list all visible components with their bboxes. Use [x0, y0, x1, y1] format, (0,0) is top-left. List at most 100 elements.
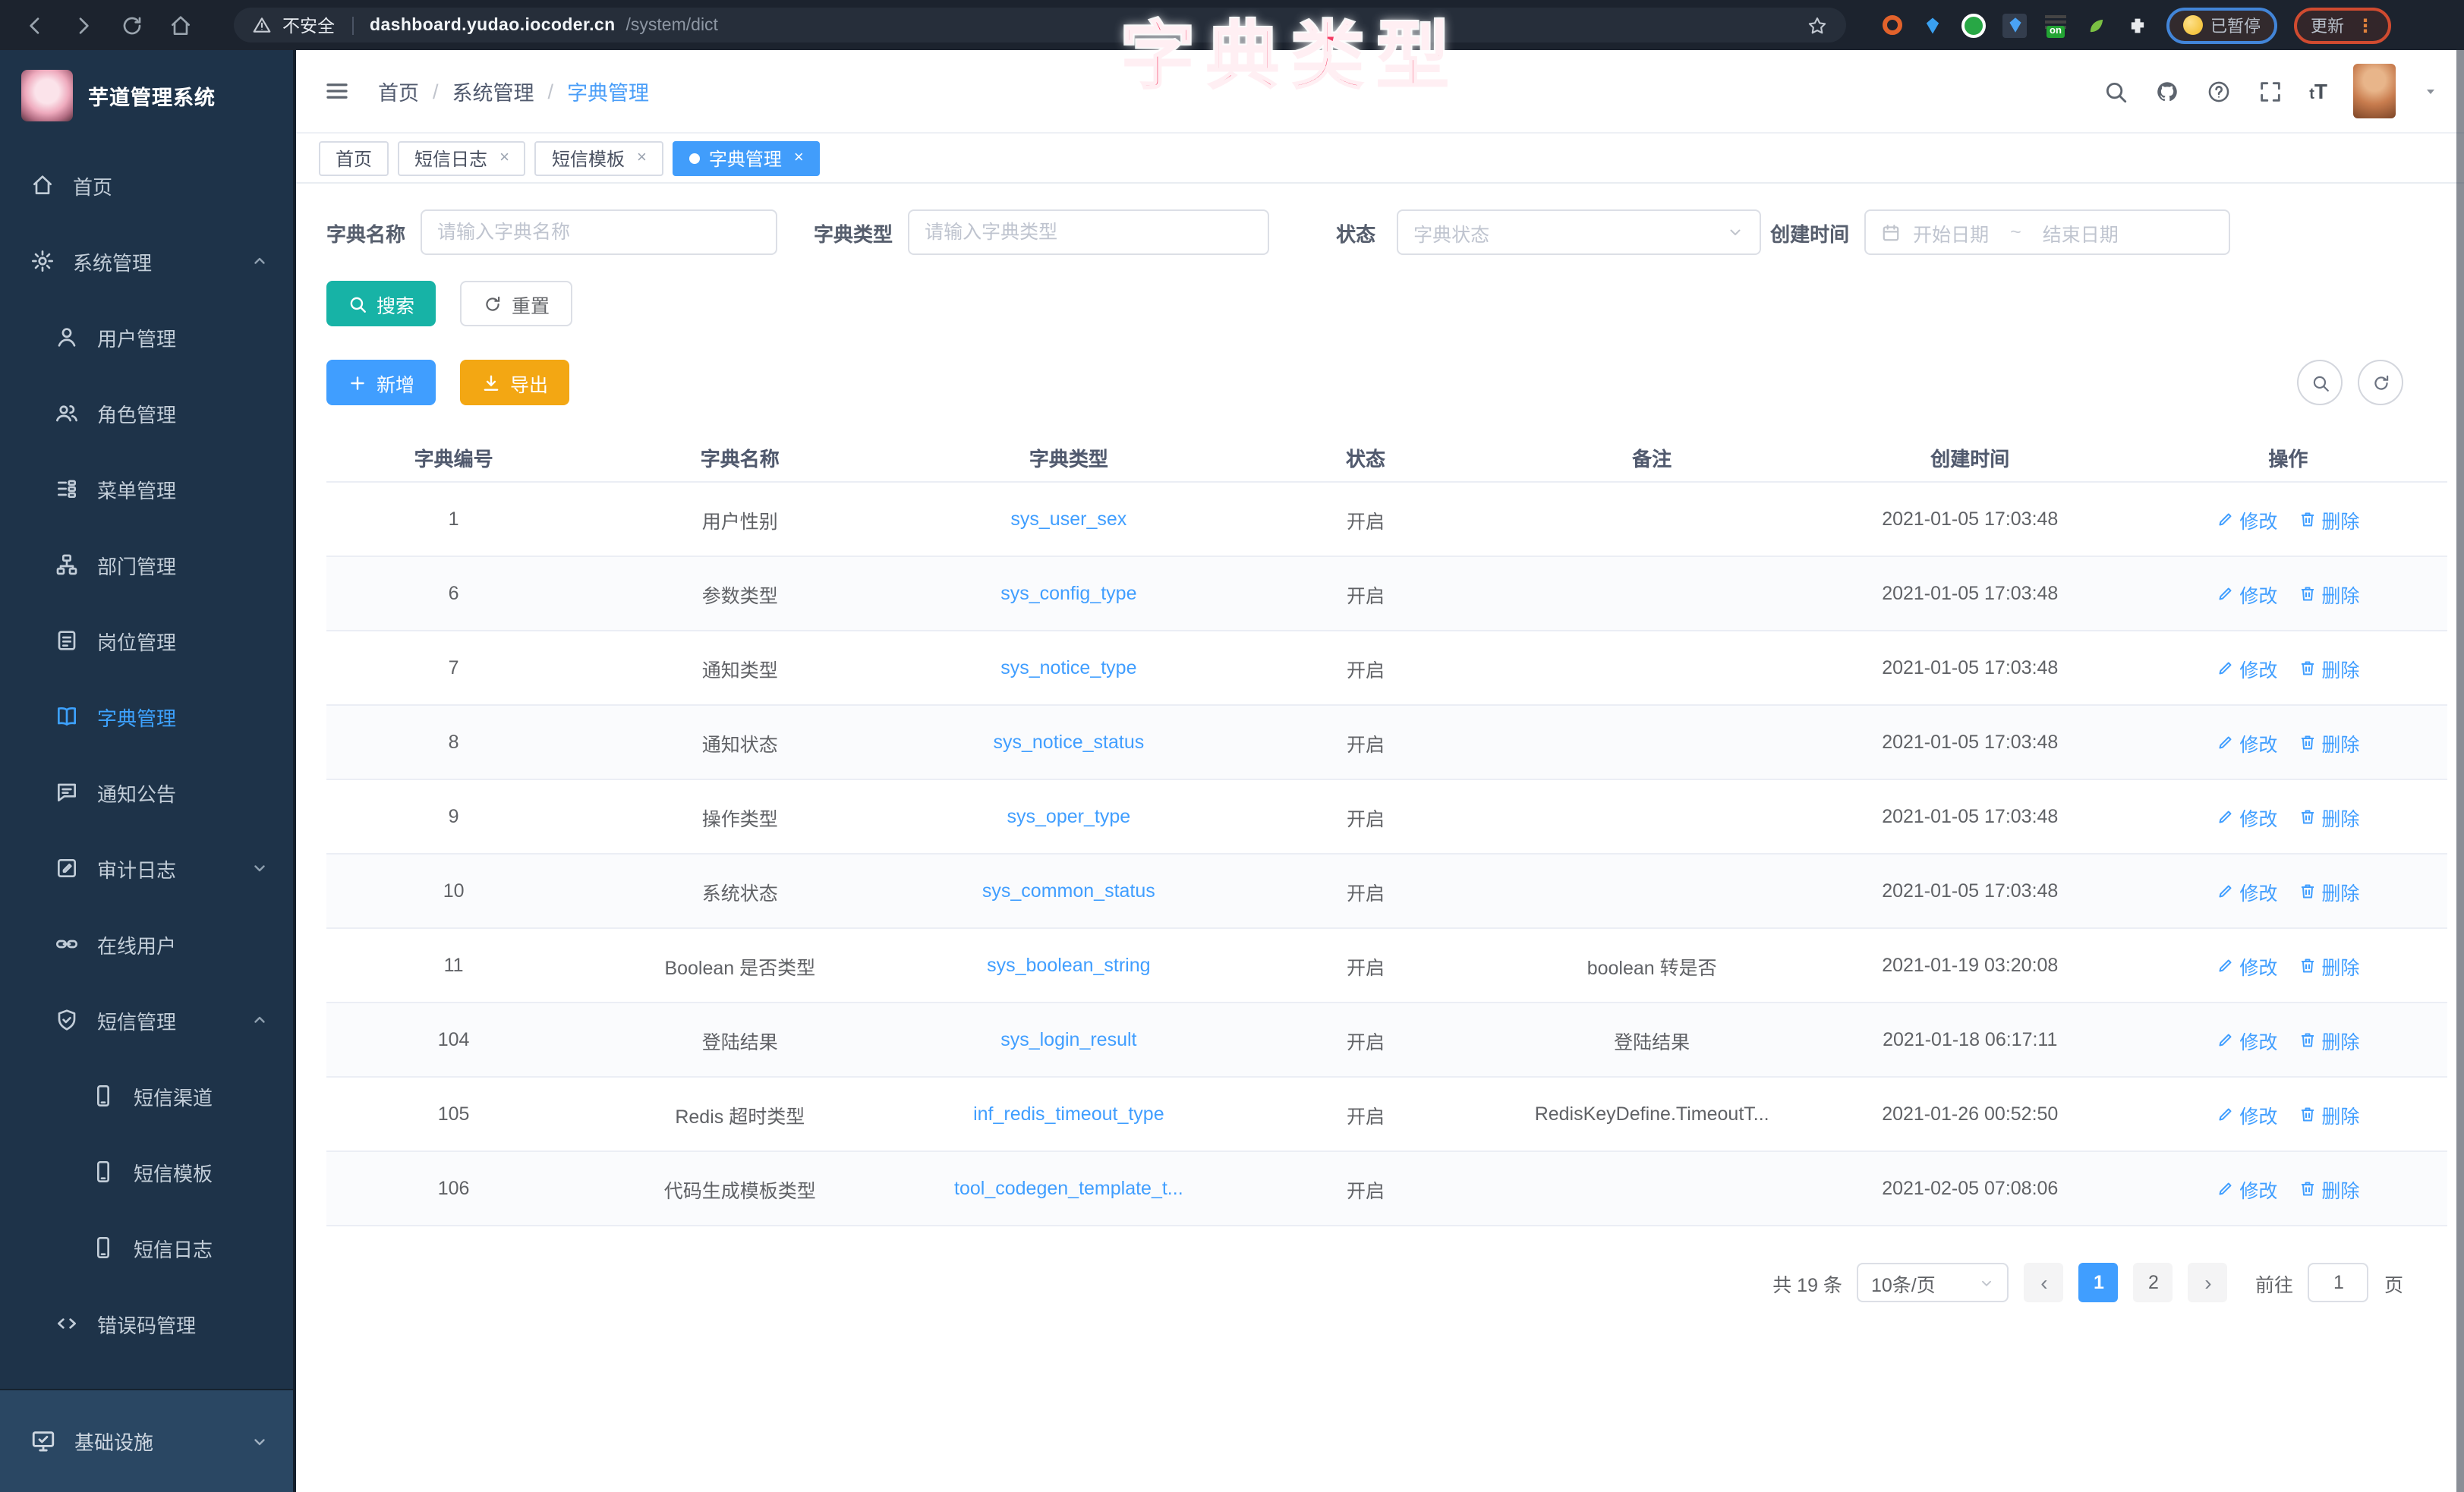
- sidebar-item[interactable]: 岗位管理: [0, 603, 293, 678]
- close-icon[interactable]: ×: [794, 149, 804, 167]
- edit-link[interactable]: 修改: [2217, 951, 2277, 980]
- reload-button[interactable]: [112, 5, 152, 45]
- sidebar-item[interactable]: 短信渠道: [0, 1058, 293, 1134]
- remark-cell: [1493, 705, 1811, 779]
- extension-orange-icon[interactable]: [1880, 13, 1904, 37]
- dict-type-link[interactable]: tool_codegen_template_t...: [954, 1178, 1183, 1199]
- export-button[interactable]: 导出: [460, 360, 569, 405]
- sidebar-item-infrastructure[interactable]: 基础设施: [0, 1389, 293, 1492]
- sidebar-item[interactable]: 在线用户: [0, 906, 293, 982]
- dict-type-link[interactable]: sys_common_status: [982, 880, 1155, 902]
- bookmark-star-icon[interactable]: [1807, 14, 1828, 36]
- sidebar-item[interactable]: 字典管理: [0, 678, 293, 754]
- extension-green-circle-icon[interactable]: [1961, 13, 1986, 37]
- sidebar-item[interactable]: 部门管理: [0, 527, 293, 603]
- sidebar-item[interactable]: 短信日志: [0, 1210, 293, 1286]
- profile-paused-chip[interactable]: 已暂停: [2166, 7, 2277, 43]
- edit-link[interactable]: 修改: [2217, 653, 2277, 682]
- tab[interactable]: 首页: [319, 140, 389, 175]
- tab[interactable]: 短信模板×: [535, 140, 663, 175]
- url-bar[interactable]: 不安全 dashboard.yudao.iocoder.cn/system/di…: [234, 8, 1846, 42]
- page-button-2[interactable]: 2: [2134, 1263, 2173, 1302]
- delete-link[interactable]: 删除: [2299, 728, 2359, 757]
- edit-link[interactable]: 修改: [2217, 579, 2277, 608]
- edit-link[interactable]: 修改: [2217, 1100, 2277, 1128]
- show-search-toggle-button[interactable]: [2297, 360, 2343, 405]
- breadcrumb-system[interactable]: 系统管理: [452, 76, 534, 106]
- edit-link[interactable]: 修改: [2217, 1174, 2277, 1203]
- sidebar-item[interactable]: 用户管理: [0, 299, 293, 375]
- dict-type-link[interactable]: sys_notice_type: [1000, 657, 1136, 678]
- sidebar-item[interactable]: 审计日志: [0, 830, 293, 906]
- back-button[interactable]: [15, 5, 55, 45]
- hamburger-menu-icon[interactable]: [323, 77, 351, 105]
- extension-list-on-icon[interactable]: on: [2043, 13, 2068, 37]
- page-button-1[interactable]: 1: [2079, 1263, 2119, 1302]
- scrollbar-track[interactable]: [2456, 50, 2464, 1492]
- delete-link[interactable]: 删除: [2299, 1025, 2359, 1054]
- extension-gem-icon[interactable]: [1920, 13, 1945, 37]
- sidebar-item[interactable]: 错误码管理: [0, 1286, 293, 1361]
- add-button[interactable]: 新增: [326, 360, 436, 405]
- extension-diamond-icon[interactable]: [2002, 13, 2027, 37]
- close-icon[interactable]: ×: [499, 149, 509, 167]
- search-button[interactable]: 搜索: [326, 281, 436, 326]
- app-logo-row[interactable]: 芋道管理系统: [0, 50, 293, 141]
- github-icon[interactable]: [2154, 78, 2180, 104]
- dict-type-input[interactable]: [908, 209, 1269, 255]
- delete-link[interactable]: 删除: [2299, 802, 2359, 831]
- delete-link[interactable]: 删除: [2299, 1100, 2359, 1128]
- extensions-puzzle-icon[interactable]: [2125, 13, 2150, 37]
- delete-link[interactable]: 删除: [2299, 653, 2359, 682]
- sidebar-item[interactable]: 角色管理: [0, 375, 293, 451]
- close-icon[interactable]: ×: [637, 149, 647, 167]
- caret-down-icon[interactable]: [2421, 82, 2440, 100]
- tab[interactable]: 字典管理×: [673, 140, 821, 175]
- dict-type-link[interactable]: sys_user_sex: [1010, 508, 1126, 530]
- refresh-button[interactable]: [2358, 360, 2403, 405]
- delete-link[interactable]: 删除: [2299, 877, 2359, 905]
- browser-menu-icon[interactable]: ⋮: [2356, 14, 2374, 36]
- update-chip[interactable]: 更新 ⋮: [2294, 7, 2391, 43]
- sidebar-item[interactable]: 通知公告: [0, 754, 293, 830]
- edit-link[interactable]: 修改: [2217, 1025, 2277, 1054]
- dict-type-link[interactable]: sys_config_type: [1000, 583, 1136, 604]
- edit-link[interactable]: 修改: [2217, 877, 2277, 905]
- forward-button[interactable]: [64, 5, 103, 45]
- extension-sprout-icon[interactable]: [2084, 13, 2109, 37]
- sidebar-item[interactable]: 菜单管理: [0, 451, 293, 527]
- page-size-select[interactable]: 10条/页: [1857, 1263, 2009, 1302]
- status-select[interactable]: 字典状态: [1397, 209, 1761, 255]
- goto-page-input[interactable]: [2308, 1263, 2369, 1302]
- delete-link[interactable]: 删除: [2299, 505, 2359, 534]
- dict-type-link[interactable]: sys_login_result: [1000, 1029, 1136, 1050]
- tab[interactable]: 短信日志×: [398, 140, 526, 175]
- monitor-icon: [30, 1428, 56, 1454]
- prev-page-button[interactable]: ‹: [2024, 1263, 2064, 1302]
- fullscreen-icon[interactable]: [2258, 78, 2283, 104]
- sidebar-item[interactable]: 短信管理: [0, 982, 293, 1058]
- search-icon[interactable]: [2103, 78, 2128, 104]
- next-page-button[interactable]: ›: [2188, 1263, 2228, 1302]
- home-button[interactable]: [161, 5, 200, 45]
- dict-type-link[interactable]: sys_oper_type: [1007, 806, 1131, 827]
- delete-link[interactable]: 删除: [2299, 579, 2359, 608]
- edit-link[interactable]: 修改: [2217, 505, 2277, 534]
- breadcrumb-home[interactable]: 首页: [378, 76, 419, 106]
- date-range-picker[interactable]: 开始日期 ~ 结束日期: [1864, 209, 2230, 255]
- dict-name-input[interactable]: [421, 209, 777, 255]
- edit-link[interactable]: 修改: [2217, 728, 2277, 757]
- delete-link[interactable]: 删除: [2299, 1174, 2359, 1203]
- sidebar-item[interactable]: 系统管理: [0, 223, 293, 299]
- dict-type-link[interactable]: inf_redis_timeout_type: [973, 1103, 1164, 1125]
- reset-button[interactable]: 重置: [460, 281, 572, 326]
- delete-link[interactable]: 删除: [2299, 951, 2359, 980]
- sidebar-item[interactable]: 首页: [0, 147, 293, 223]
- font-size-icon[interactable]: tT: [2309, 79, 2327, 103]
- sidebar-item[interactable]: 短信模板: [0, 1134, 293, 1210]
- edit-link[interactable]: 修改: [2217, 802, 2277, 831]
- dict-type-link[interactable]: sys_notice_status: [994, 732, 1145, 753]
- help-icon[interactable]: [2206, 78, 2232, 104]
- dict-type-link[interactable]: sys_boolean_string: [987, 955, 1150, 976]
- user-avatar[interactable]: [2353, 64, 2396, 118]
